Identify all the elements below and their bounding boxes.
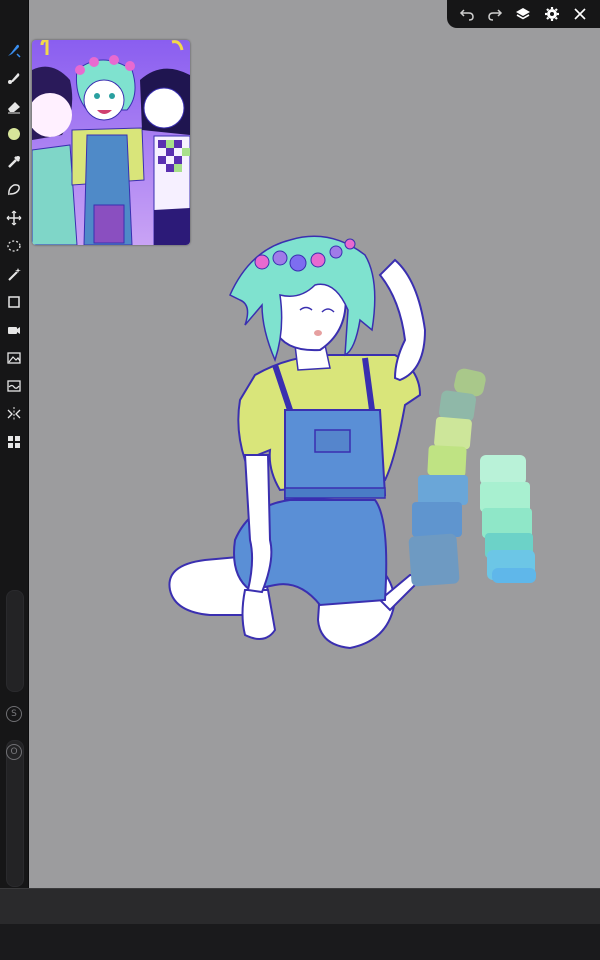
settings-icon[interactable] bbox=[541, 3, 563, 25]
image-import-tool-icon[interactable] bbox=[2, 346, 26, 370]
shape-tool-icon[interactable] bbox=[2, 290, 26, 314]
brush-size-knob[interactable]: S bbox=[6, 706, 22, 722]
bottom-panel bbox=[0, 888, 600, 925]
lasso-fill-tool-icon[interactable] bbox=[2, 178, 26, 202]
smudge-tool-icon[interactable] bbox=[2, 66, 26, 90]
reference-image-panel[interactable] bbox=[32, 40, 190, 245]
top-toolbar bbox=[447, 0, 600, 28]
undo-icon[interactable] bbox=[456, 3, 478, 25]
symmetry-tool-icon[interactable] bbox=[2, 402, 26, 426]
brush-size-slider[interactable] bbox=[6, 590, 24, 692]
color-swatch[interactable] bbox=[2, 122, 26, 146]
magic-wand-tool-icon[interactable] bbox=[2, 262, 26, 286]
close-icon[interactable] bbox=[569, 3, 591, 25]
adjustments-tool-icon[interactable] bbox=[2, 374, 26, 398]
layers-icon[interactable] bbox=[512, 3, 534, 25]
reference-image bbox=[32, 40, 190, 245]
eraser-tool-icon[interactable] bbox=[2, 94, 26, 118]
selection-tool-icon[interactable] bbox=[2, 234, 26, 258]
transform-tool-icon[interactable] bbox=[2, 206, 26, 230]
left-toolbar: S O bbox=[0, 0, 29, 888]
brush-opacity-slider[interactable] bbox=[6, 740, 24, 887]
brush-tool-icon[interactable] bbox=[2, 38, 26, 62]
system-navigation-bar bbox=[0, 924, 600, 960]
brush-opacity-knob[interactable]: O bbox=[6, 744, 22, 760]
layout-tool-icon[interactable] bbox=[2, 430, 26, 454]
camera-tool-icon[interactable] bbox=[2, 318, 26, 342]
redo-icon[interactable] bbox=[484, 3, 506, 25]
eyedropper-tool-icon[interactable] bbox=[2, 150, 26, 174]
